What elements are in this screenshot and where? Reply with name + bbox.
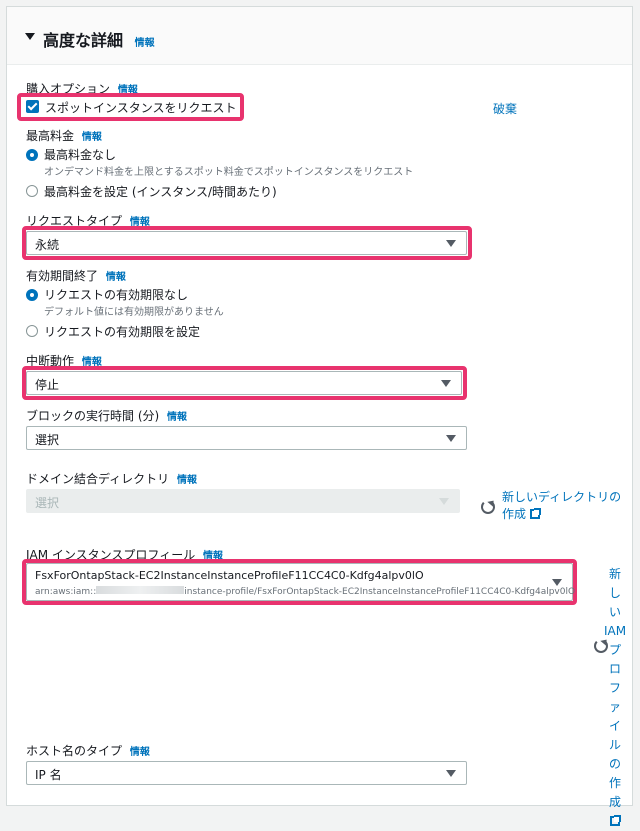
domain-join-select: 選択	[26, 489, 460, 513]
radio-no-max-price[interactable]	[26, 149, 38, 161]
set-max-price-label: 最高料金を設定 (インスタンス/時間あたり)	[44, 185, 277, 199]
block-duration-select[interactable]: 選択	[26, 426, 467, 450]
set-expiry-label: リクエストの有効期限を設定	[44, 325, 201, 339]
discard-link[interactable]: 破棄	[493, 100, 517, 117]
radio-no-expiry[interactable]	[26, 289, 38, 301]
no-max-price-desc: オンデマンド料金を上限とするスポット料金でスポットインスタンスをリクエスト	[44, 167, 414, 178]
iam-profile-select[interactable]: FsxForOntapStack-EC2InstanceInstanceProf…	[26, 563, 576, 601]
spot-request-checkbox[interactable]	[26, 100, 39, 113]
new-iam-profile-link[interactable]: 新し い IAM プロ ファ イル の作 成	[604, 565, 626, 831]
request-type-select[interactable]: 永続	[26, 231, 467, 255]
dropdown-arrow-icon	[446, 240, 456, 247]
dropdown-arrow-icon	[552, 579, 562, 586]
hostname-type-select[interactable]: IP 名	[26, 761, 467, 785]
no-max-price-label: 最高料金なし	[44, 148, 117, 162]
caret-down-icon[interactable]	[25, 33, 35, 40]
domain-join-label: ドメイン結合ディレクトリ 情報	[26, 472, 197, 486]
block-duration-info-link[interactable]: 情報	[167, 412, 187, 423]
dropdown-arrow-icon	[439, 498, 449, 505]
dropdown-arrow-icon	[441, 380, 451, 387]
radio-set-max-price[interactable]	[26, 185, 38, 197]
hostname-type-label: ホスト名のタイプ 情報	[26, 744, 150, 758]
new-directory-link[interactable]: 新しいディレクトリの 作成	[502, 489, 621, 523]
no-expiry-label: リクエストの有効期限なし	[44, 288, 189, 302]
section-header[interactable]: 高度な詳細 情報	[7, 7, 632, 65]
dropdown-arrow-icon	[446, 435, 456, 442]
external-link-icon	[610, 815, 621, 826]
dropdown-arrow-icon	[446, 770, 456, 777]
iam-profile-arn: arn:aws:iam:: instance-profile/FsxForOnta…	[35, 586, 576, 597]
domain-join-info-link[interactable]: 情報	[177, 475, 197, 486]
hostname-info-link[interactable]: 情報	[130, 747, 150, 758]
spot-request-label: スポットインスタンスをリクエスト	[45, 101, 237, 115]
redacted-account-id	[96, 586, 185, 594]
expiry-label: 有効期間終了 情報	[26, 269, 126, 283]
radio-set-expiry[interactable]	[26, 325, 38, 337]
iam-profile-value: FsxForOntapStack-EC2InstanceInstanceProf…	[35, 569, 424, 582]
no-expiry-desc: デフォルト値には有効期限がありません	[44, 307, 224, 318]
expiry-info-link[interactable]: 情報	[106, 272, 126, 283]
section-title: 高度な詳細 情報	[43, 31, 155, 50]
interruption-select[interactable]: 停止	[26, 371, 462, 395]
advanced-details-panel: 高度な詳細 情報 購入オプション 情報 スポットインスタンスをリクエスト 破棄 …	[6, 6, 633, 826]
external-link-icon	[530, 508, 542, 519]
refresh-icon[interactable]	[481, 500, 495, 514]
block-duration-label: ブロックの実行時間 (分) 情報	[26, 409, 188, 423]
section-info-link[interactable]: 情報	[135, 38, 155, 49]
max-price-info-link[interactable]: 情報	[82, 132, 102, 143]
max-price-label: 最高料金 情報	[26, 129, 102, 143]
